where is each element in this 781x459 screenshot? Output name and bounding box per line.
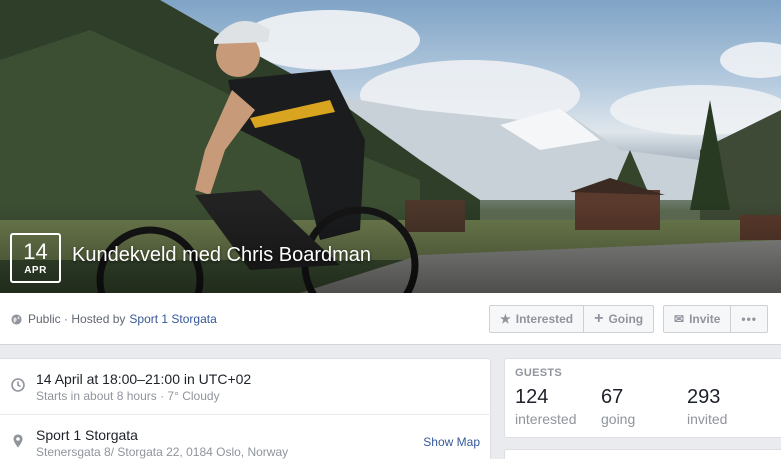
plus-icon: +	[594, 310, 604, 327]
invite-button-group: ✉ Invite •••	[663, 305, 769, 333]
event-location-row[interactable]: Sport 1 Storgata Stenersgata 8/ Storgata…	[0, 415, 491, 459]
date-month: APR	[24, 265, 47, 276]
going-label: Going	[608, 312, 644, 326]
going-button[interactable]: + Going	[584, 306, 653, 332]
invite-button[interactable]: ✉ Invite	[664, 306, 732, 332]
privacy-label: Public · Hosted by	[28, 312, 126, 326]
guest-label: invited	[687, 411, 728, 427]
guest-count: 67	[601, 386, 624, 408]
location-pin-icon	[13, 434, 23, 448]
event-date-badge: 14 APR	[10, 233, 61, 283]
event-time: 14 April at 18:00–21:00 in UTC+02	[36, 371, 252, 387]
guest-stat-interested[interactable]: 124 interested	[515, 385, 576, 427]
event-time-forecast: Starts in about 8 hours · 7° Cloudy	[36, 389, 220, 403]
more-options-button[interactable]: •••	[731, 306, 767, 332]
next-card-edge	[504, 449, 781, 459]
event-cover-photo: 14 APR Kundekveld med Chris Boardman	[0, 0, 781, 293]
location-name: Sport 1 Storgata	[36, 427, 138, 443]
guest-stat-going[interactable]: 67 going	[601, 385, 635, 427]
guest-count: 293	[687, 386, 721, 408]
invite-label: Invite	[689, 312, 721, 326]
guests-card: GUESTS 124 interested 67 going 293 invit…	[504, 358, 781, 438]
more-options-icon: •••	[741, 312, 758, 326]
privacy-host-line: Public · Hosted by Sport 1 Storgata	[11, 312, 217, 326]
clock-icon	[11, 378, 25, 392]
guest-label: interested	[515, 411, 577, 427]
event-time-row: 14 April at 18:00–21:00 in UTC+02 Starts…	[0, 359, 491, 415]
interested-label: Interested	[515, 312, 574, 326]
location-address: Stenersgata 8/ Storgata 22, 0184 Oslo, N…	[36, 445, 289, 459]
guest-count: 124	[515, 386, 549, 408]
event-details-card: 14 April at 18:00–21:00 in UTC+02 Starts…	[0, 358, 491, 459]
star-icon: ★	[500, 312, 511, 326]
guest-stat-invited[interactable]: 293 invited	[687, 385, 727, 427]
guests-title: GUESTS	[515, 367, 563, 379]
envelope-icon: ✉	[674, 312, 685, 326]
event-info-bar: Public · Hosted by Sport 1 Storgata ★ In…	[0, 293, 781, 345]
show-map-link[interactable]: Show Map	[423, 435, 480, 449]
guest-label: going	[601, 411, 636, 427]
rsvp-button-group: ★ Interested + Going	[489, 305, 655, 333]
event-title: Kundekveld med Chris Boardman	[72, 244, 372, 266]
globe-icon	[11, 313, 22, 325]
interested-button[interactable]: ★ Interested	[490, 306, 585, 332]
host-link[interactable]: Sport 1 Storgata	[129, 312, 216, 326]
date-day: 14	[23, 239, 48, 264]
